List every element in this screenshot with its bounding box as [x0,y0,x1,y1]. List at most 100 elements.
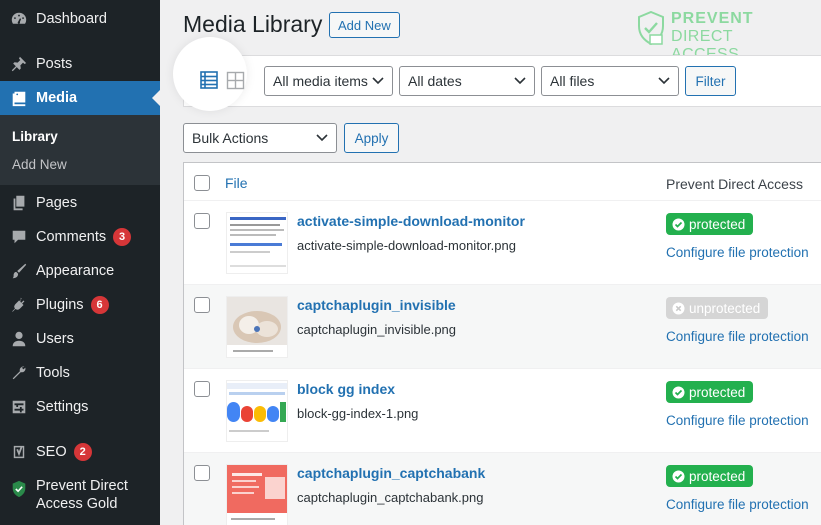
sidebar-item-comments[interactable]: Comments 3 [0,220,160,254]
sidebar-item-media[interactable]: Media [0,81,160,115]
add-new-button[interactable]: Add New [329,12,400,38]
file-title-link[interactable]: activate-simple-download-monitor [297,213,525,229]
settings-icon [0,398,36,416]
file-thumbnail[interactable] [226,296,288,358]
grid-view-icon[interactable] [226,71,245,90]
file-title-link[interactable]: captchaplugin_captchabank [297,465,485,481]
status-badge: protected [666,465,754,487]
brand-text-line1: PREVENT [671,10,754,27]
configure-file-protection-link[interactable]: Configure file protection [666,413,809,428]
status-badge-label: unprotected [689,300,761,316]
brush-icon [0,262,36,280]
sidebar-item-users[interactable]: Users [0,322,160,356]
media-icon [0,89,36,107]
status-badge-label: protected [689,216,746,232]
sidebar-item-label: Plugins [36,297,84,313]
sidebar-item-settings[interactable]: Settings [0,390,160,424]
sidebar-item-appearance[interactable]: Appearance [0,254,160,288]
sidebar-item-dashboard[interactable]: Dashboard [0,2,160,36]
configure-file-protection-link[interactable]: Configure file protection [666,497,809,512]
plug-icon [0,296,36,314]
table-row: captchaplugin_captchabank captchaplugin_… [184,452,821,525]
sidebar-item-label: Dashboard [36,11,107,27]
file-protection-filter-select[interactable]: All files [541,66,679,96]
bulk-actions-value: Bulk Actions [192,130,269,146]
file-thumbnail[interactable] [226,380,288,442]
sidebar-item-plugins[interactable]: Plugins 6 [0,288,160,322]
date-filter-select[interactable]: All dates [399,66,535,96]
media-type-value: All media items [273,73,368,89]
table-row: activate-simple-download-monitor activat… [184,200,821,284]
comment-icon [0,228,36,246]
file-thumbnail[interactable] [226,464,288,525]
file-name: activate-simple-download-monitor.png [297,238,516,253]
file-thumbnail[interactable] [226,212,288,274]
file-title-link[interactable]: captchaplugin_invisible [297,297,456,313]
check-circle-icon [672,218,685,230]
sidebar-item-pages[interactable]: Pages [0,186,160,220]
apply-button[interactable]: Apply [344,123,399,153]
check-circle-icon [672,386,685,398]
yoast-icon [0,443,36,461]
pin-icon [0,55,36,73]
sidebar-item-posts[interactable]: Posts [0,47,160,81]
table-row: captchaplugin_invisible captchaplugin_in… [184,284,821,368]
shield-icon [0,477,36,498]
file-name: captchaplugin_invisible.png [297,322,457,337]
chevron-down-icon [658,77,670,85]
pages-icon [0,194,36,212]
chevron-down-icon [514,77,526,85]
sidebar-item-label: Users [36,331,74,347]
sidebar-item-label: Comments [36,229,107,245]
date-filter-value: All dates [408,73,462,89]
row-checkbox[interactable] [194,297,210,313]
configure-file-protection-link[interactable]: Configure file protection [666,329,809,344]
plugins-update-badge: 6 [90,296,109,314]
sidebar-item-label: Settings [36,399,89,415]
row-checkbox[interactable] [194,381,210,397]
status-badge: unprotected [666,297,769,319]
submenu-item-add-new[interactable]: Add New [12,157,67,172]
media-submenu: Library Add New [0,115,160,185]
sidebar-item-seo[interactable]: SEO 2 [0,435,160,469]
brand-shield-icon [638,11,664,45]
x-circle-icon [672,302,685,314]
check-circle-icon [672,470,685,482]
sidebar-item-label: Tools [36,365,70,381]
sidebar-item-label: Pages [36,195,78,211]
sidebar-item-label: SEO [36,444,67,460]
sidebar-item-label: Media [36,90,78,106]
media-type-select[interactable]: All media items [264,66,393,96]
admin-sidebar: Dashboard Posts Media Library Add New Pa… [0,0,160,525]
chevron-down-icon [372,77,384,85]
configure-file-protection-link[interactable]: Configure file protection [666,245,809,260]
column-header-file[interactable]: File [225,175,248,191]
submenu-item-library[interactable]: Library [12,129,58,144]
status-badge: protected [666,381,754,403]
page-title: Media Library [183,11,323,37]
select-all-checkbox[interactable] [194,175,210,191]
status-badge: protected [666,213,754,235]
comments-count-badge: 3 [113,228,132,246]
file-title-link[interactable]: block gg index [297,381,395,397]
sidebar-item-label: Appearance [36,263,115,279]
column-header-prevent-direct-access: Prevent Direct Access [666,176,803,192]
row-checkbox[interactable] [194,213,210,229]
seo-notification-badge: 2 [73,443,92,461]
file-name: block-gg-index-1.png [297,406,419,421]
user-icon [0,330,36,348]
row-checkbox[interactable] [194,465,210,481]
prevent-direct-access-logo: PREVENT DIRECT ACCESS [637,9,797,63]
filter-button[interactable]: Filter [685,66,736,96]
dashboard-icon [0,10,36,28]
sidebar-item-prevent-direct-access-gold[interactable]: Prevent Direct Access Gold [0,477,160,517]
status-badge-label: protected [689,384,746,400]
bulk-actions-select[interactable]: Bulk Actions [183,123,337,153]
sidebar-item-tools[interactable]: Tools [0,356,160,390]
pda-label-line2: Access Gold [36,496,118,512]
sidebar-item-label: Posts [36,56,73,72]
file-filter-value: All files [550,73,595,89]
list-view-icon[interactable] [199,70,219,90]
table-row: block gg index block-gg-index-1.png prot… [184,368,821,452]
pda-label-line1: Prevent Direct [36,478,128,494]
